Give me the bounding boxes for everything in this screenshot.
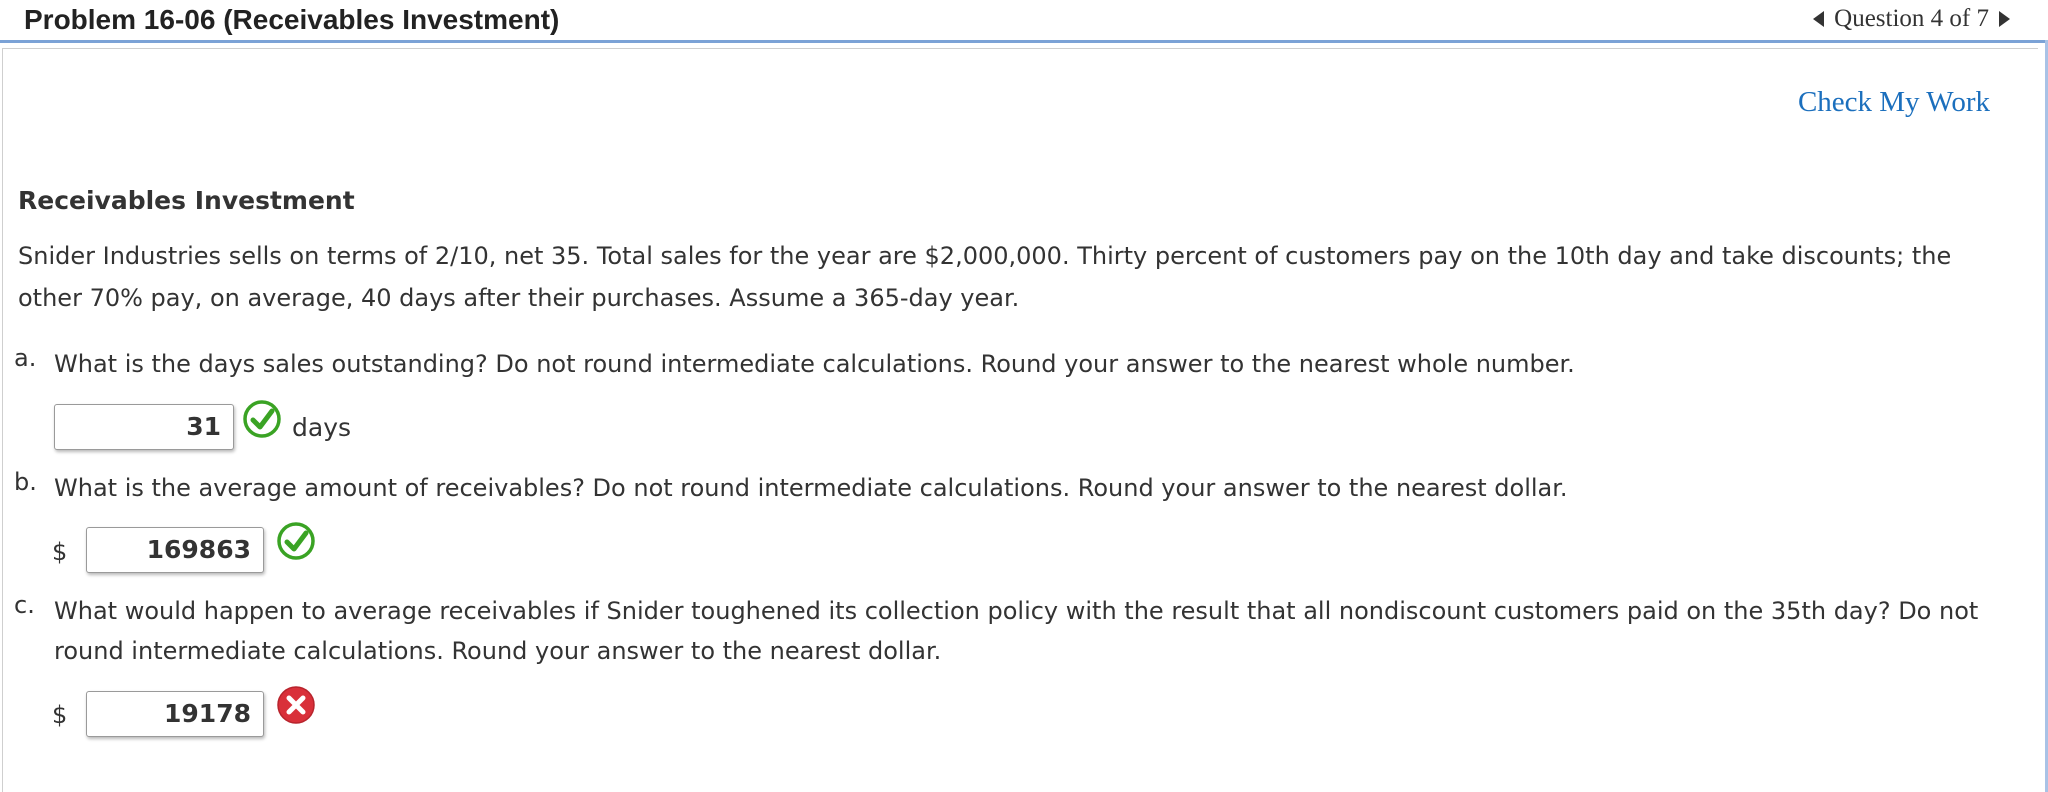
question-b-letter: b. [14,468,37,496]
check-circle-icon [243,400,281,438]
content-frame-top [2,48,2038,49]
header-bar: Problem 16-06 (Receivables Investment) Q… [0,0,2048,40]
header-divider [0,40,2048,43]
triangle-right-icon[interactable] [1999,11,2010,27]
content-frame-left [2,48,3,792]
section-title: Receivables Investment [18,186,355,215]
question-c-text: What would happen to average receivables… [54,597,1979,665]
answer-c-currency: $ [52,701,68,729]
question-a-letter: a. [14,344,37,372]
question-a-text: What is the days sales outstanding? Do n… [54,350,1575,378]
question-counter: Question 4 of 7 [1834,5,1989,32]
answer-a-input[interactable]: 31 [54,404,234,450]
check-circle-icon [277,522,315,560]
triangle-left-icon[interactable] [1813,11,1825,27]
question-navigator: Question 4 of 7 [1813,2,2010,36]
check-my-work-link[interactable]: Check My Work [1798,86,1990,119]
answer-c-input[interactable]: 19178 [86,691,264,737]
question-b-text: What is the average amount of receivable… [54,474,1568,502]
answer-b-currency: $ [52,538,68,566]
question-c-letter: c. [14,591,35,619]
problem-intro: Snider Industries sells on terms of 2/10… [18,242,1952,312]
x-circle-icon [277,686,315,724]
answer-a-unit: days [292,413,352,442]
problem-title: Problem 16-06 (Receivables Investment) [24,4,560,35]
answer-b-input[interactable]: 169863 [86,527,264,573]
